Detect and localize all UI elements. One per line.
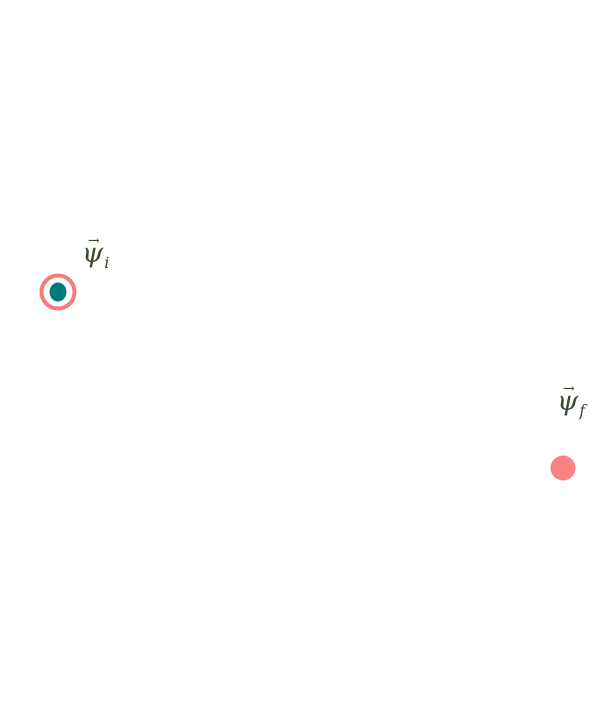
psi-initial-subscript: i: [104, 253, 110, 272]
diagram-canvas: [39, 273, 576, 481]
psi-final-subscript: f: [579, 401, 586, 420]
psi-initial-symbol: → ψ: [82, 234, 103, 267]
psi-final-label: → ψ f: [557, 382, 585, 419]
initial-state-dot: [49, 282, 67, 302]
psi-initial-label: → ψ i: [82, 234, 109, 271]
initial-state-node: [39, 273, 77, 311]
psi-final-vector-arrow: →: [563, 381, 575, 397]
psi-final-symbol: → ψ: [557, 382, 578, 415]
psi-initial-vector-arrow: →: [88, 233, 100, 249]
final-state-dot: [550, 455, 576, 481]
